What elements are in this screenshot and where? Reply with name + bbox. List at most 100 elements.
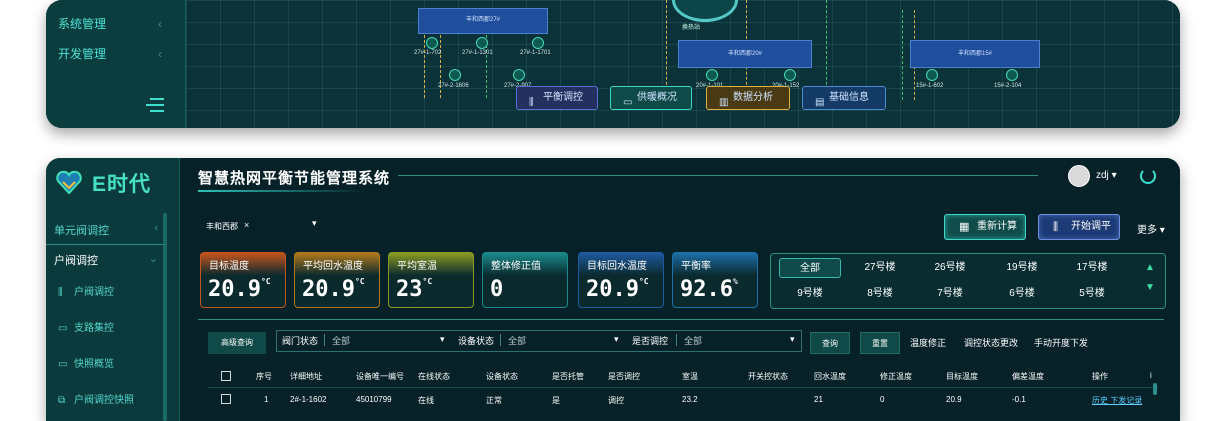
chevron-down-icon[interactable]: ▾ [614,334,619,345]
select-all-checkbox[interactable] [221,371,231,381]
valve-node-icon[interactable] [449,69,461,81]
more-menu[interactable]: 更多 ▾ [1137,221,1165,236]
recalculate-button[interactable]: ▦ 重新计算 [944,214,1026,240]
monitor-icon: ▭ [58,323,68,334]
avatar[interactable] [1068,165,1090,187]
column-header[interactable]: 偏差温度 [1012,371,1044,382]
basic-info-button[interactable]: ▤ 基础信息 [802,86,886,110]
table-cell: -0.1 [1012,395,1026,404]
manual-opening-link[interactable]: 手动开度下发 [1034,336,1088,349]
sidebar-item-system[interactable]: 系统管理 ‹ [58,13,176,35]
temp-correction-link[interactable]: 温度修正 [910,336,946,349]
valve-state-select[interactable]: 全部 [332,334,350,347]
title-underline [198,190,368,192]
valve-node-icon[interactable] [476,37,488,49]
valve-node-icon[interactable] [784,69,796,81]
node-label: 15#-2-104 [994,83,1022,89]
table-cell: 是 [552,396,560,405]
node-label: 27#-1-1701 [520,50,551,56]
column-header[interactable]: 目标温度 [946,371,978,382]
arrow-down-icon[interactable]: ▼ [1145,282,1155,293]
table-cell: 在线 [418,396,434,405]
valve-node-icon[interactable] [926,69,938,81]
column-header[interactable]: 操作 [1092,371,1108,382]
building-option[interactable]: 9号楼 [779,284,841,304]
building-block[interactable]: 丰和西郡27# [418,8,548,34]
reset-button[interactable]: 重置 [860,332,900,354]
advanced-search-button[interactable]: 高级查询 [208,332,266,354]
sidebar-sub-branch-control[interactable]: ▭ 支路集控 [58,318,166,340]
column-header[interactable]: 开关控状态 [748,371,788,382]
chevron-left-icon: ‹ [158,17,162,31]
sidebar-sub-valve-snapshot[interactable]: ⧉ 户阀调控快照 [58,390,166,412]
building-option[interactable]: 全部 [779,258,841,278]
sidebar-item-unit-valve[interactable]: 单元阀调控 ‹ [54,222,174,238]
query-button[interactable]: 查询 [810,332,850,354]
sidebar-scrollbar[interactable] [163,213,167,421]
column-header[interactable]: i [1150,371,1152,380]
chevron-down-icon[interactable]: ▾ [312,218,317,229]
building-option[interactable]: 27号楼 [849,258,911,278]
balance-control-button[interactable]: ⫼ 平衡调控 [516,86,598,110]
sidebar-sub-snapshot-overview[interactable]: ▭ 快照概览 [58,354,166,376]
sidebar-item-dev[interactable]: 开发管理 ‹ [58,43,176,65]
column-header[interactable]: 修正温度 [880,371,912,382]
building-option[interactable]: 17号楼 [1061,258,1123,278]
stat-card-avg-room-temp: 平均室温 23°C [388,252,474,308]
table-cell: 正常 [486,396,502,405]
chevron-down-icon[interactable]: ▾ [440,334,445,345]
building-option[interactable]: 19号楼 [991,258,1053,278]
valve-node-icon[interactable] [426,37,438,49]
heating-overview-button[interactable]: ▭ 供暖概况 [610,86,692,110]
data-analysis-button[interactable]: ▥ 数据分析 [706,86,790,110]
column-header[interactable]: 回水温度 [814,371,846,382]
building-block[interactable]: 丰和西郡15# [910,40,1040,68]
chevron-down-icon[interactable]: ▾ [790,334,795,345]
top-sidebar: 系统管理 ‹ 开发管理 ‹ [46,0,186,128]
building-option[interactable]: 8号楼 [849,284,911,304]
network-map[interactable]: 丰和西郡27# 丰和西郡20# 丰和西郡15# 换热站 27#-1-702 27… [186,0,1180,128]
history-link[interactable]: 历史 下发记录 [1092,396,1142,405]
bar-chart-icon: ▥ [719,97,729,108]
table-scrollbar[interactable] [1153,383,1157,395]
valve-node-icon[interactable] [1006,69,1018,81]
building-option[interactable]: 26号楼 [919,258,981,278]
column-header[interactable]: 在线状态 [418,371,450,382]
close-icon[interactable]: × [244,220,249,230]
row-actions[interactable]: 历史 下发记录 [1092,395,1142,406]
row-checkbox[interactable] [221,394,231,404]
user-menu[interactable]: zdj ▾ [1096,170,1117,181]
logout-icon[interactable] [1140,168,1156,184]
column-header[interactable]: 设备状态 [486,371,518,382]
regulation-state-link[interactable]: 调控状态更改 [964,336,1018,349]
column-header[interactable]: 是否托管 [552,371,584,382]
sliders-icon: ⫼ [529,97,534,108]
heat-station-icon[interactable] [672,0,738,22]
column-header[interactable]: 设备唯一编号 [356,371,404,382]
column-header[interactable]: 是否调控 [608,371,640,382]
column-header[interactable]: 序号 [256,371,272,382]
column-header[interactable]: 室温 [682,371,698,382]
monitor-icon: ▭ [58,359,68,370]
building-option[interactable]: 5号楼 [1061,284,1123,304]
valve-node-icon[interactable] [532,37,544,49]
valve-node-icon[interactable] [513,69,525,81]
column-header[interactable]: 详细地址 [290,371,322,382]
arrow-up-icon[interactable]: ▲ [1145,262,1155,273]
building-option[interactable]: 6号楼 [991,284,1053,304]
valve-node-icon[interactable] [706,69,718,81]
regulated-select[interactable]: 全部 [684,334,702,347]
logo-text: E时代 [92,173,152,196]
building-option[interactable]: 7号楼 [919,284,981,304]
sidebar-sub-household-valve[interactable]: ⫼ 户阀调控 [58,282,166,304]
building-block[interactable]: 丰和西郡20# [678,40,812,68]
device-state-select[interactable]: 全部 [508,334,526,347]
sidebar-item-label: 开发管理 [58,47,107,61]
sidebar-item-household-valve[interactable]: 户阀调控 ⌄ [54,252,174,268]
collapse-menu-icon[interactable] [146,97,164,113]
node-label: 27#-1-1301 [462,50,493,56]
start-balance-button[interactable]: ⫼ 开始调平 [1038,214,1120,240]
valve-state-label: 阀门状态 [282,336,319,346]
regulated-label: 是否调控 [632,336,669,346]
top-window: 系统管理 ‹ 开发管理 ‹ 丰和西郡27# 丰和西郡20# 丰和西郡15# 换热… [46,0,1180,128]
